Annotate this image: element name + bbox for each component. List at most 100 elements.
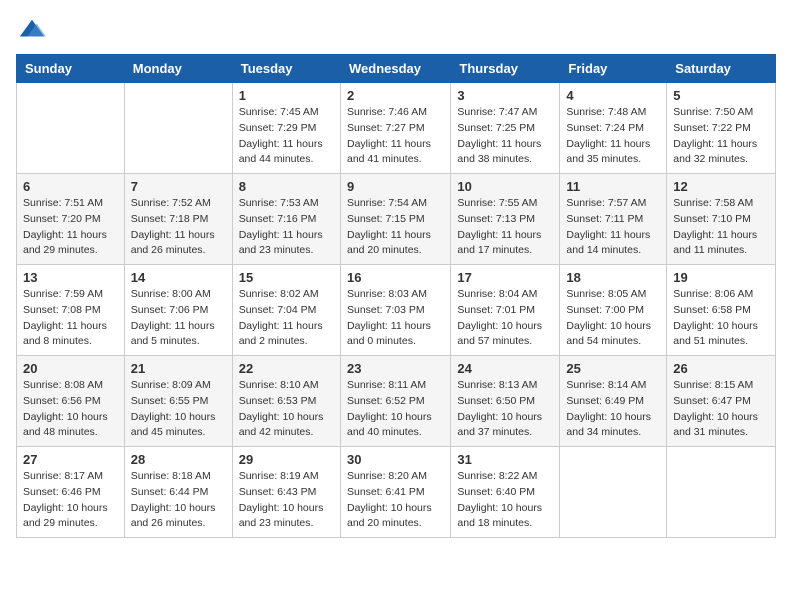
calendar-header-row: SundayMondayTuesdayWednesdayThursdayFrid… xyxy=(17,55,776,83)
daylight-text: Daylight: 11 hours xyxy=(239,137,334,153)
day-info: Sunrise: 8:22 AMSunset: 6:40 PMDaylight:… xyxy=(457,469,553,532)
calendar-cell: 24Sunrise: 8:13 AMSunset: 6:50 PMDayligh… xyxy=(451,356,560,447)
day-number: 12 xyxy=(673,179,769,194)
calendar-cell: 17Sunrise: 8:04 AMSunset: 7:01 PMDayligh… xyxy=(451,265,560,356)
day-number: 4 xyxy=(566,88,660,103)
daylight-text-2: and 20 minutes. xyxy=(347,243,444,259)
sunrise-text: Sunrise: 8:14 AM xyxy=(566,378,660,394)
sunrise-text: Sunrise: 8:02 AM xyxy=(239,287,334,303)
day-info: Sunrise: 7:46 AMSunset: 7:27 PMDaylight:… xyxy=(347,105,444,168)
daylight-text-2: and 29 minutes. xyxy=(23,516,118,532)
sunset-text: Sunset: 7:18 PM xyxy=(131,212,226,228)
day-info: Sunrise: 7:50 AMSunset: 7:22 PMDaylight:… xyxy=(673,105,769,168)
calendar-cell xyxy=(17,83,125,174)
calendar-cell: 7Sunrise: 7:52 AMSunset: 7:18 PMDaylight… xyxy=(124,174,232,265)
sunrise-text: Sunrise: 8:22 AM xyxy=(457,469,553,485)
day-number: 7 xyxy=(131,179,226,194)
calendar-cell: 30Sunrise: 8:20 AMSunset: 6:41 PMDayligh… xyxy=(340,447,450,538)
day-number: 1 xyxy=(239,88,334,103)
day-info: Sunrise: 8:20 AMSunset: 6:41 PMDaylight:… xyxy=(347,469,444,532)
day-info: Sunrise: 8:17 AMSunset: 6:46 PMDaylight:… xyxy=(23,469,118,532)
daylight-text-2: and 48 minutes. xyxy=(23,425,118,441)
daylight-text: Daylight: 10 hours xyxy=(23,501,118,517)
calendar-cell: 21Sunrise: 8:09 AMSunset: 6:55 PMDayligh… xyxy=(124,356,232,447)
daylight-text: Daylight: 10 hours xyxy=(347,410,444,426)
sunset-text: Sunset: 7:01 PM xyxy=(457,303,553,319)
sunrise-text: Sunrise: 7:48 AM xyxy=(566,105,660,121)
day-info: Sunrise: 7:48 AMSunset: 7:24 PMDaylight:… xyxy=(566,105,660,168)
calendar-cell: 6Sunrise: 7:51 AMSunset: 7:20 PMDaylight… xyxy=(17,174,125,265)
calendar-cell: 1Sunrise: 7:45 AMSunset: 7:29 PMDaylight… xyxy=(232,83,340,174)
calendar-cell: 14Sunrise: 8:00 AMSunset: 7:06 PMDayligh… xyxy=(124,265,232,356)
calendar-cell xyxy=(560,447,667,538)
sunrise-text: Sunrise: 8:03 AM xyxy=(347,287,444,303)
sunrise-text: Sunrise: 8:10 AM xyxy=(239,378,334,394)
sunset-text: Sunset: 7:06 PM xyxy=(131,303,226,319)
weekday-header: Wednesday xyxy=(340,55,450,83)
sunset-text: Sunset: 7:25 PM xyxy=(457,121,553,137)
calendar-cell: 2Sunrise: 7:46 AMSunset: 7:27 PMDaylight… xyxy=(340,83,450,174)
sunset-text: Sunset: 6:56 PM xyxy=(23,394,118,410)
daylight-text: Daylight: 11 hours xyxy=(347,137,444,153)
calendar-cell: 22Sunrise: 8:10 AMSunset: 6:53 PMDayligh… xyxy=(232,356,340,447)
day-info: Sunrise: 8:02 AMSunset: 7:04 PMDaylight:… xyxy=(239,287,334,350)
calendar-cell: 16Sunrise: 8:03 AMSunset: 7:03 PMDayligh… xyxy=(340,265,450,356)
weekday-header: Monday xyxy=(124,55,232,83)
daylight-text: Daylight: 11 hours xyxy=(239,319,334,335)
calendar-cell: 25 Sunrise: 8:14 AMSunset: 6:49 PMDayligh… xyxy=(560,356,667,447)
daylight-text-2: and 51 minutes. xyxy=(673,334,769,350)
calendar-cell: 3Sunrise: 7:47 AMSunset: 7:25 PMDaylight… xyxy=(451,83,560,174)
sunset-text: Sunset: 7:27 PM xyxy=(347,121,444,137)
calendar-cell: 26Sunrise: 8:15 AMSunset: 6:47 PMDayligh… xyxy=(667,356,776,447)
daylight-text: Daylight: 11 hours xyxy=(673,228,769,244)
day-info: Sunrise: 7:47 AMSunset: 7:25 PMDaylight:… xyxy=(457,105,553,168)
daylight-text: Daylight: 10 hours xyxy=(23,410,118,426)
calendar-cell: 29Sunrise: 8:19 AMSunset: 6:43 PMDayligh… xyxy=(232,447,340,538)
calendar-cell: 10Sunrise: 7:55 AMSunset: 7:13 PMDayligh… xyxy=(451,174,560,265)
daylight-text-2: and 2 minutes. xyxy=(239,334,334,350)
logo xyxy=(16,16,46,44)
day-number: 21 xyxy=(131,361,226,376)
sunrise-text: Sunrise: 8:08 AM xyxy=(23,378,118,394)
sunrise-text: Sunrise: 8:05 AM xyxy=(566,287,660,303)
sunset-text: Sunset: 7:00 PM xyxy=(566,303,660,319)
daylight-text-2: and 32 minutes. xyxy=(673,152,769,168)
calendar-week-row: 1Sunrise: 7:45 AMSunset: 7:29 PMDaylight… xyxy=(17,83,776,174)
sunset-text: Sunset: 7:10 PM xyxy=(673,212,769,228)
calendar-cell: 12 Sunrise: 7:58 AMSunset: 7:10 PMDayligh… xyxy=(667,174,776,265)
day-number: 25 xyxy=(566,361,660,376)
calendar-week-row: 13Sunrise: 7:59 AMSunset: 7:08 PMDayligh… xyxy=(17,265,776,356)
day-info: Sunrise: 8:14 AMSunset: 6:49 PMDaylight:… xyxy=(566,378,660,441)
day-number: 15 xyxy=(239,270,334,285)
day-info: Sunrise: 7:57 AMSunset: 7:11 PMDaylight:… xyxy=(566,196,660,259)
sunrise-text: Sunrise: 7:58 AM xyxy=(673,196,769,212)
daylight-text-2: and 26 minutes. xyxy=(131,243,226,259)
weekday-header: Sunday xyxy=(17,55,125,83)
day-info: Sunrise: 7:59 AMSunset: 7:08 PMDaylight:… xyxy=(23,287,118,350)
calendar-cell: 15 Sunrise: 8:02 AMSunset: 7:04 PMDayligh… xyxy=(232,265,340,356)
sunset-text: Sunset: 6:44 PM xyxy=(131,485,226,501)
day-number: 28 xyxy=(131,452,226,467)
day-number: 31 xyxy=(457,452,553,467)
calendar-cell: 4 Sunrise: 7:48 AMSunset: 7:24 PMDaylight… xyxy=(560,83,667,174)
calendar-week-row: 20Sunrise: 8:08 AMSunset: 6:56 PMDayligh… xyxy=(17,356,776,447)
day-number: 27 xyxy=(23,452,118,467)
sunrise-text: Sunrise: 7:57 AM xyxy=(566,196,660,212)
day-info: Sunrise: 8:03 AMSunset: 7:03 PMDaylight:… xyxy=(347,287,444,350)
weekday-header: Thursday xyxy=(451,55,560,83)
daylight-text-2: and 29 minutes. xyxy=(23,243,118,259)
sunset-text: Sunset: 7:20 PM xyxy=(23,212,118,228)
daylight-text-2: and 8 minutes. xyxy=(23,334,118,350)
day-number: 19 xyxy=(673,270,769,285)
daylight-text-2: and 31 minutes. xyxy=(673,425,769,441)
day-info: Sunrise: 8:05 AMSunset: 7:00 PMDaylight:… xyxy=(566,287,660,350)
sunrise-text: Sunrise: 8:19 AM xyxy=(239,469,334,485)
daylight-text: Daylight: 10 hours xyxy=(457,319,553,335)
sunset-text: Sunset: 6:52 PM xyxy=(347,394,444,410)
sunset-text: Sunset: 7:03 PM xyxy=(347,303,444,319)
daylight-text: Daylight: 10 hours xyxy=(673,319,769,335)
daylight-text: Daylight: 10 hours xyxy=(457,501,553,517)
daylight-text: Daylight: 10 hours xyxy=(457,410,553,426)
sunset-text: Sunset: 6:40 PM xyxy=(457,485,553,501)
daylight-text: Daylight: 11 hours xyxy=(566,228,660,244)
